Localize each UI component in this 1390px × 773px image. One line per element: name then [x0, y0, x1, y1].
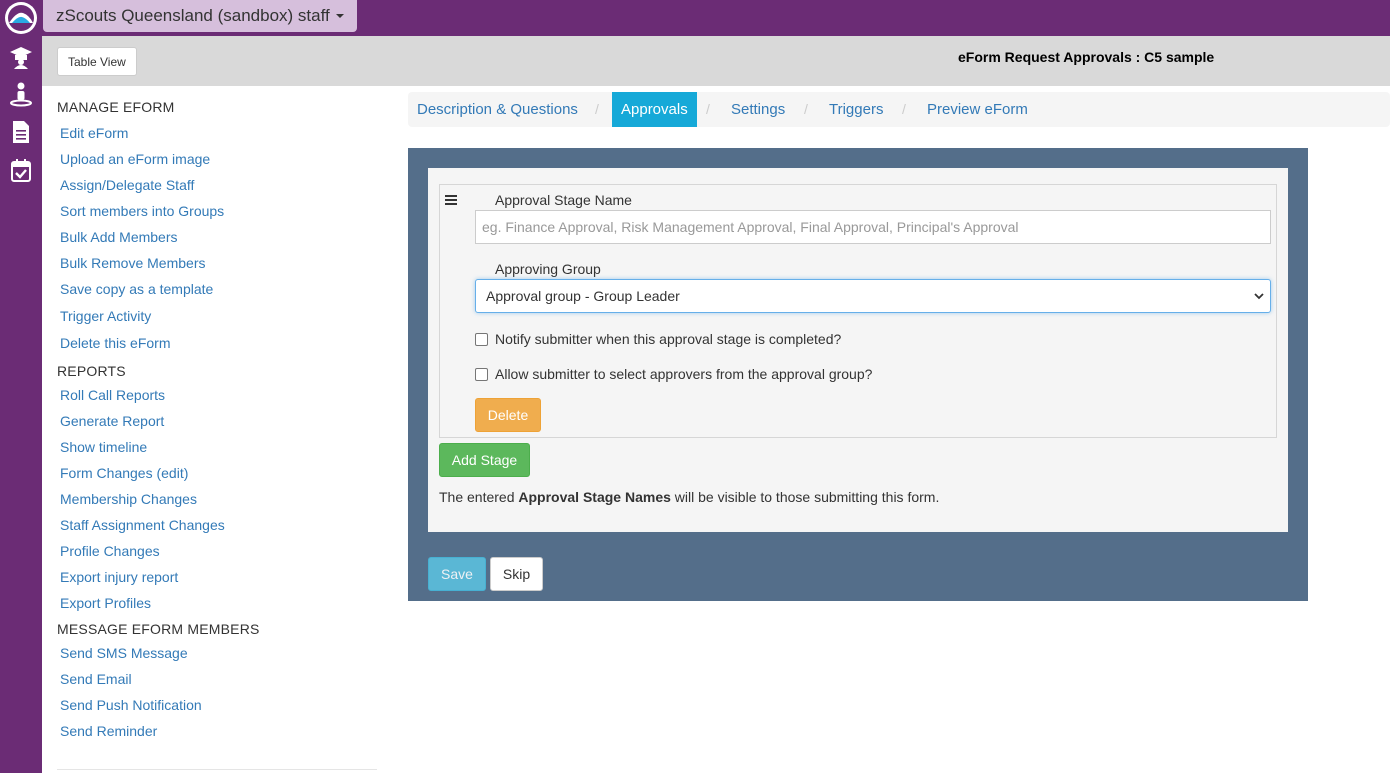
- add-stage-button[interactable]: Add Stage: [439, 443, 530, 477]
- organisation-dropdown[interactable]: zScouts Queensland (sandbox) staff: [43, 0, 357, 32]
- note-suffix: will be visible to those submitting this…: [670, 489, 940, 505]
- approving-group-value: Approval group - Group Leader: [486, 288, 680, 304]
- menu-roll-call-reports[interactable]: Roll Call Reports: [57, 384, 377, 410]
- tab-separator: /: [902, 101, 906, 117]
- eform-tabs: Description & Questions / Approvals / Se…: [408, 92, 1390, 127]
- menu-edit-eform[interactable]: Edit eForm: [57, 122, 377, 148]
- menu-sort-members-into-groups[interactable]: Sort members into Groups: [57, 200, 377, 226]
- menu-bulk-remove-members[interactable]: Bulk Remove Members: [57, 252, 377, 278]
- sidebar-menu: MANAGE EFORM Edit eForm Upload an eForm …: [57, 96, 377, 746]
- caret-down-icon: [335, 14, 344, 18]
- allow-select-checkbox[interactable]: [475, 367, 488, 381]
- logo-icon[interactable]: [3, 1, 39, 35]
- menu-show-timeline[interactable]: Show timeline: [57, 436, 377, 462]
- stage-name-input[interactable]: [475, 210, 1271, 244]
- tab-description-questions[interactable]: Description & Questions: [417, 92, 578, 127]
- menu-save-copy-as-template[interactable]: Save copy as a template: [57, 278, 377, 305]
- tab-separator: /: [804, 101, 808, 117]
- calendar-check-icon[interactable]: [8, 158, 34, 184]
- notify-option: Notify submitter when this approval stag…: [475, 331, 841, 347]
- section-title-message-eform-members: MESSAGE EFORM MEMBERS: [57, 621, 260, 637]
- menu-send-reminder[interactable]: Send Reminder: [57, 720, 377, 746]
- section-title-reports: REPORTS: [57, 363, 126, 379]
- menu-delete-eform[interactable]: Delete this eForm: [57, 332, 377, 360]
- approvals-form: Approval Stage Name Approving Group Appr…: [428, 168, 1288, 532]
- table-view-button[interactable]: Table View: [57, 47, 137, 76]
- menu-export-injury-report[interactable]: Export injury report: [57, 566, 377, 592]
- note-emphasis: Approval Stage Names: [518, 489, 671, 505]
- menu-membership-changes[interactable]: Membership Changes: [57, 488, 377, 514]
- notify-label: Notify submitter when this approval stag…: [495, 331, 842, 347]
- tab-settings[interactable]: Settings: [731, 92, 785, 127]
- drag-handle-icon[interactable]: [445, 194, 459, 206]
- approving-group-select[interactable]: Approval group - Group Leader: [475, 279, 1271, 313]
- menu-send-sms-message[interactable]: Send SMS Message: [57, 642, 377, 668]
- tab-separator: /: [595, 101, 599, 117]
- approval-stage-card: Approval Stage Name Approving Group Appr…: [439, 184, 1277, 438]
- menu-upload-eform-image[interactable]: Upload an eForm image: [57, 148, 377, 174]
- page-title: eForm Request Approvals : C5 sample: [958, 49, 1215, 65]
- save-button[interactable]: Save: [428, 557, 486, 591]
- icon-rail: [0, 0, 42, 773]
- menu-staff-assignment-changes[interactable]: Staff Assignment Changes: [57, 514, 377, 540]
- tab-separator: /: [706, 101, 710, 117]
- sidebar-divider: [57, 769, 377, 770]
- menu-send-email[interactable]: Send Email: [57, 668, 377, 694]
- menu-export-profiles[interactable]: Export Profiles: [57, 592, 377, 618]
- menu-trigger-activity[interactable]: Trigger Activity: [57, 305, 377, 332]
- menu-generate-report[interactable]: Generate Report: [57, 410, 377, 436]
- allow-select-option: Allow submitter to select approvers from…: [475, 366, 872, 382]
- menu-form-changes[interactable]: Form Changes (edit): [57, 462, 377, 488]
- menu-send-push-notification[interactable]: Send Push Notification: [57, 694, 377, 720]
- document-icon[interactable]: [8, 119, 34, 145]
- menu-assign-delegate-staff[interactable]: Assign/Delegate Staff: [57, 174, 377, 200]
- tab-approvals[interactable]: Approvals: [612, 92, 697, 127]
- approving-group-label: Approving Group: [495, 261, 601, 277]
- section-title-manage-eform: MANAGE EFORM: [57, 99, 175, 115]
- allow-select-label: Allow submitter to select approvers from…: [495, 366, 873, 382]
- note-prefix: The entered: [439, 489, 519, 505]
- person-icon[interactable]: [8, 81, 34, 107]
- approvals-panel: Approval Stage Name Approving Group Appr…: [408, 148, 1308, 601]
- visibility-note: The entered Approval Stage Names will be…: [439, 489, 939, 505]
- skip-button[interactable]: Skip: [490, 557, 543, 591]
- top-bar: zScouts Queensland (sandbox) staff: [42, 0, 1390, 36]
- tab-triggers[interactable]: Triggers: [829, 92, 883, 127]
- menu-profile-changes[interactable]: Profile Changes: [57, 540, 377, 566]
- stage-name-label: Approval Stage Name: [495, 192, 632, 208]
- graduation-icon[interactable]: [8, 44, 34, 70]
- organisation-name: zScouts Queensland (sandbox) staff: [56, 6, 330, 25]
- menu-bulk-add-members[interactable]: Bulk Add Members: [57, 226, 377, 252]
- delete-stage-button[interactable]: Delete: [475, 398, 541, 432]
- page-header: Table View eForm Request Approvals : C5 …: [42, 36, 1390, 86]
- notify-checkbox[interactable]: [475, 332, 488, 346]
- chevron-down-icon: [1254, 293, 1264, 300]
- tab-preview-eform[interactable]: Preview eForm: [927, 92, 1028, 127]
